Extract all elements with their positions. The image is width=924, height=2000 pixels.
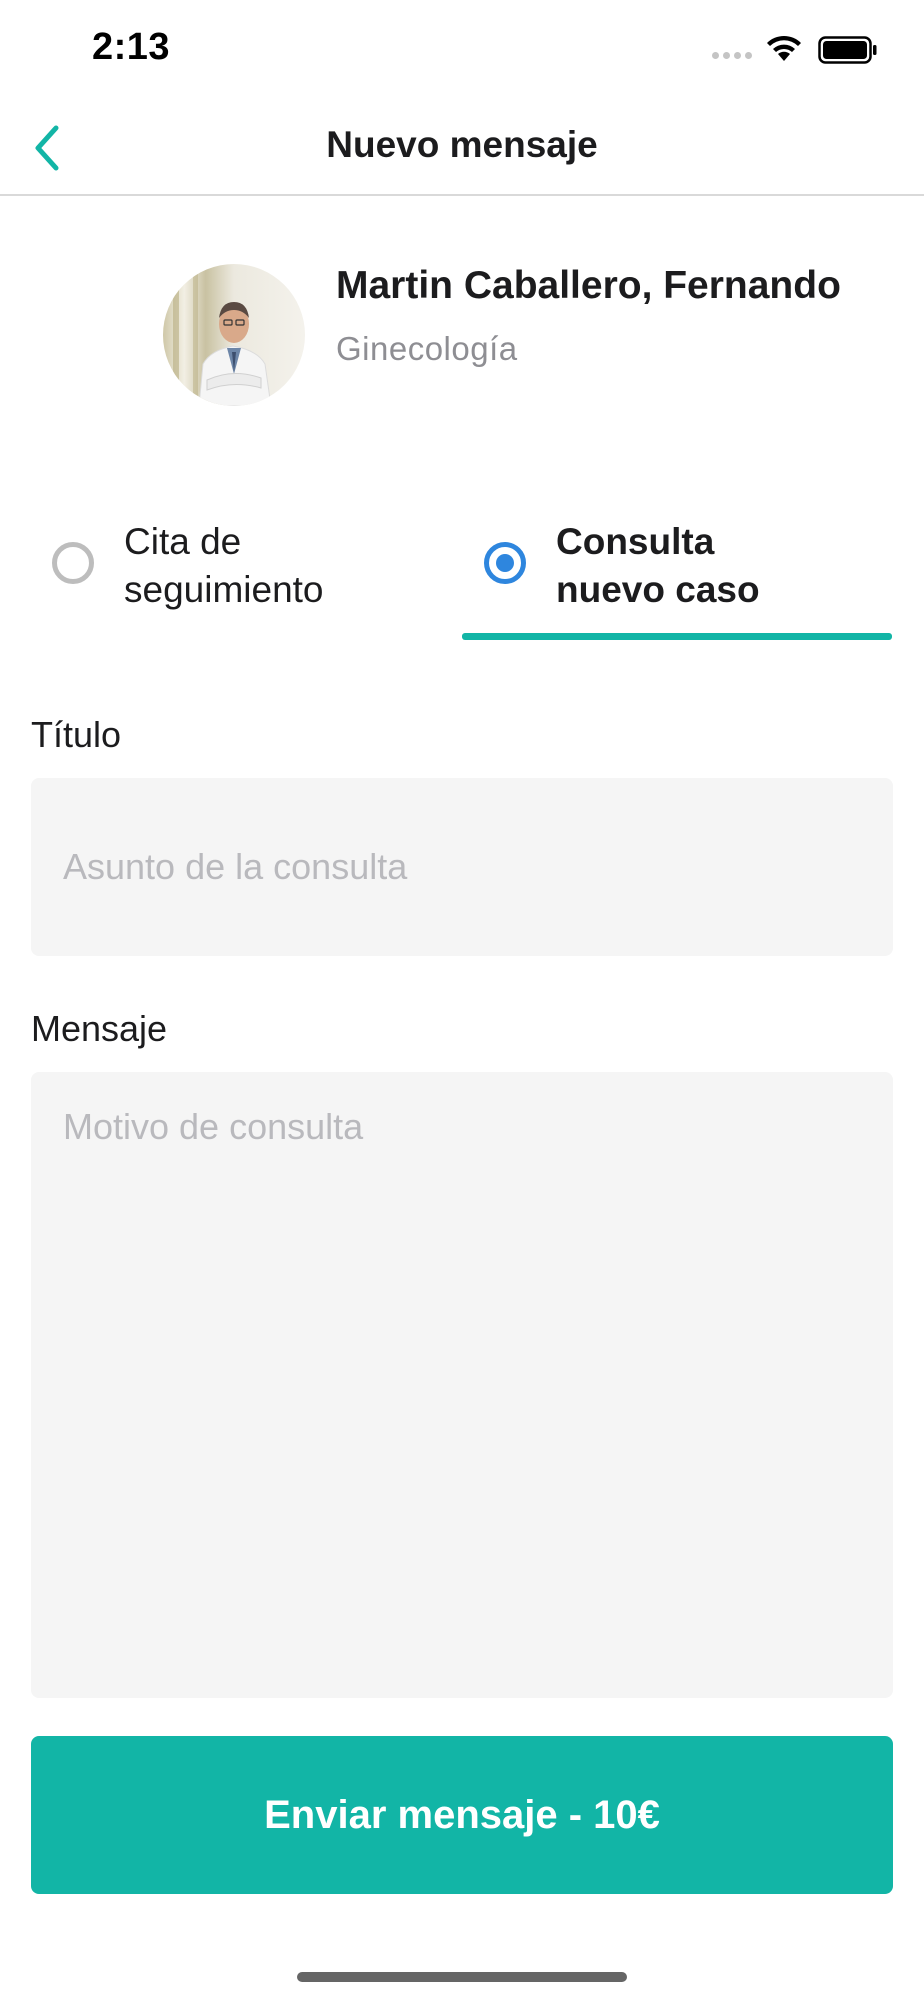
home-indicator bbox=[297, 1972, 627, 1982]
selected-option-indicator bbox=[462, 633, 892, 640]
wifi-icon bbox=[764, 34, 804, 69]
doctor-header: Martin Caballero, Fernando Ginecología bbox=[0, 196, 924, 456]
option-label: Cita de seguimiento bbox=[124, 518, 324, 614]
radio-button-unselected[interactable] bbox=[52, 542, 94, 584]
status-bar: 2:13 bbox=[0, 0, 924, 100]
cellular-icon bbox=[712, 52, 752, 59]
page-title: Nuevo mensaje bbox=[326, 124, 598, 165]
option-label: Consulta nuevo caso bbox=[556, 518, 760, 614]
option-label-line: Consulta bbox=[556, 521, 715, 562]
radio-button-selected[interactable] bbox=[484, 542, 526, 584]
doctor-name: Martin Caballero, Fernando bbox=[336, 264, 841, 307]
option-label-line: seguimiento bbox=[124, 569, 324, 610]
navigation-bar: Nuevo mensaje bbox=[0, 100, 924, 196]
title-field-label: Título bbox=[31, 714, 122, 755]
option-label-line: nuevo caso bbox=[556, 569, 760, 610]
message-field-label: Mensaje bbox=[31, 1008, 168, 1049]
title-input[interactable] bbox=[31, 778, 893, 956]
option-label-line: Cita de bbox=[124, 521, 242, 562]
option-follow-up-appointment[interactable]: Cita de seguimiento bbox=[30, 500, 460, 640]
doctor-avatar bbox=[163, 264, 305, 406]
doctor-specialty: Ginecología bbox=[336, 330, 518, 367]
send-message-button[interactable]: Enviar mensaje - 10€ bbox=[31, 1736, 893, 1894]
option-new-case-consultation[interactable]: Consulta nuevo caso bbox=[462, 500, 892, 640]
message-textarea[interactable] bbox=[31, 1072, 893, 1698]
battery-icon bbox=[818, 36, 878, 69]
status-time: 2:13 bbox=[92, 26, 171, 68]
new-message-screen: 2:13 Nuevo mensaje Martin Caballero, Fer… bbox=[0, 0, 924, 2000]
